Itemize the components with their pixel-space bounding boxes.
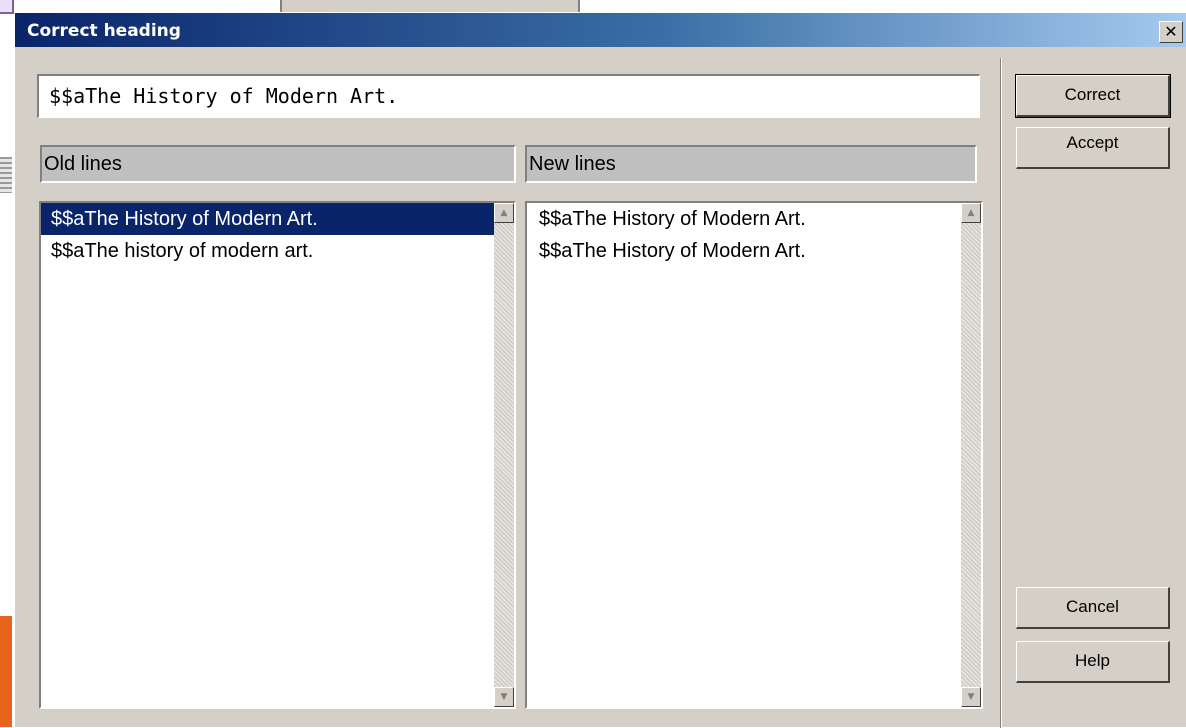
new-lines-list[interactable]: $$aThe History of Modern Art. $$aThe His… <box>525 201 983 709</box>
old-line-item[interactable]: $$aThe History of Modern Art. <box>41 203 494 235</box>
scroll-down-button[interactable]: ▼ <box>494 687 514 707</box>
arrow-down-icon: ▼ <box>500 692 508 702</box>
background-ruler <box>0 157 12 193</box>
scroll-down-button[interactable]: ▼ <box>961 687 981 707</box>
help-button[interactable]: Help <box>1016 641 1170 683</box>
scroll-up-button[interactable]: ▲ <box>961 203 981 223</box>
dialog-title: Correct heading <box>27 21 181 41</box>
title-bar[interactable]: Correct heading ✕ <box>15 13 1186 47</box>
button-panel-divider <box>1000 58 1002 728</box>
arrow-down-icon: ▼ <box>967 692 975 702</box>
old-line-item[interactable]: $$aThe history of modern art. <box>41 235 494 267</box>
correct-heading-dialog: Correct heading ✕ $$aThe History of Mode… <box>14 12 1186 728</box>
heading-text-field[interactable]: $$aThe History of Modern Art. <box>37 74 980 118</box>
old-lines-list[interactable]: $$aThe History of Modern Art. $$aThe his… <box>39 201 516 709</box>
new-line-item[interactable]: $$aThe History of Modern Art. <box>527 235 961 267</box>
new-lines-scrollbar[interactable]: ▲ ▼ <box>961 203 981 707</box>
correct-button[interactable]: Correct <box>1015 74 1171 118</box>
old-lines-header: Old lines <box>40 145 516 183</box>
cancel-button[interactable]: Cancel <box>1016 587 1170 629</box>
accept-button[interactable]: Accept <box>1016 127 1170 169</box>
background-toolbar <box>280 0 580 12</box>
new-lines-header: New lines <box>525 145 977 183</box>
background-window-frame <box>0 0 14 14</box>
close-button[interactable]: ✕ <box>1159 21 1183 43</box>
background-accent <box>0 616 12 727</box>
scroll-up-button[interactable]: ▲ <box>494 203 514 223</box>
new-line-item[interactable]: $$aThe History of Modern Art. <box>527 203 961 235</box>
background-window-top <box>14 0 1186 12</box>
old-lines-scrollbar[interactable]: ▲ ▼ <box>494 203 514 707</box>
arrow-up-icon: ▲ <box>500 208 508 218</box>
close-icon: ✕ <box>1164 22 1178 41</box>
arrow-up-icon: ▲ <box>967 208 975 218</box>
